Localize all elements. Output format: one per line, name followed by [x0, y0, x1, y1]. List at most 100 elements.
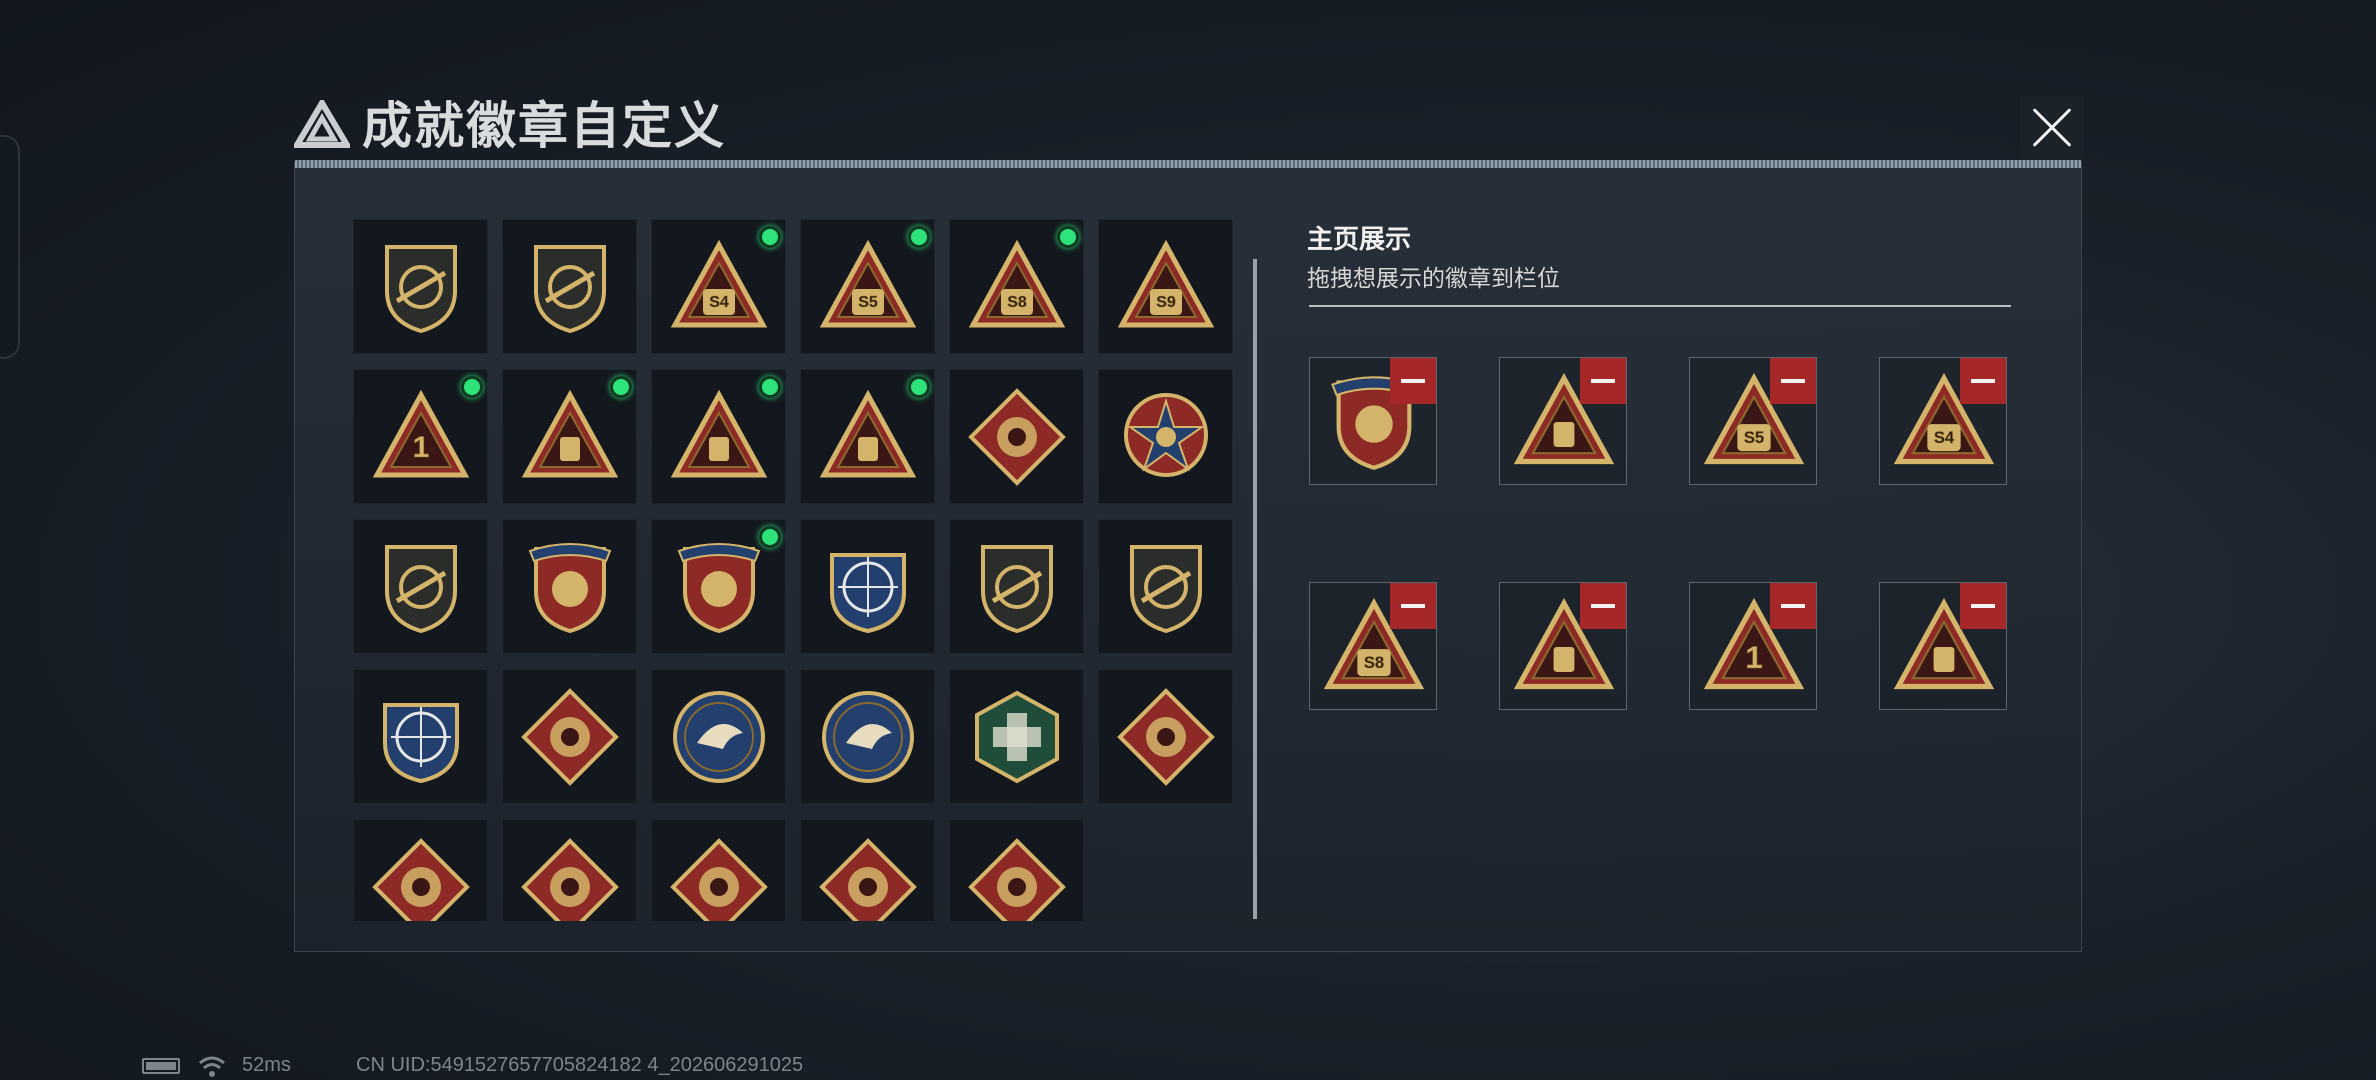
sniper-shield-badge-icon — [1130, 545, 1202, 634]
remove-slot-button[interactable] — [1960, 583, 2006, 629]
number-one-triangle-badge-icon: 1 — [372, 389, 470, 478]
helicopter-shield-badge-icon — [534, 245, 606, 334]
badge-tile[interactable] — [949, 369, 1084, 504]
svg-text:S8: S8 — [1364, 653, 1384, 672]
new-badge-dot-icon — [759, 526, 781, 548]
badge-tile[interactable] — [353, 219, 488, 354]
page-title: 成就徽章自定义 — [362, 98, 726, 154]
badge-tile[interactable] — [800, 669, 935, 804]
s5-backpack-triangle-badge-icon: S5 — [819, 239, 917, 328]
showcase-title: 主页展示 — [1307, 224, 1412, 254]
showcase-slot[interactable] — [1879, 582, 2007, 710]
s8-case-triangle-badge-icon: S8 — [968, 239, 1066, 328]
svg-text:S5: S5 — [858, 294, 878, 311]
battery-icon — [142, 1058, 180, 1074]
showcase-slot[interactable]: S8 — [1309, 582, 1437, 710]
uid-text: CN UID:5491527657705824182 4_20260629102… — [356, 1054, 804, 1076]
badge-tile[interactable] — [949, 819, 1084, 921]
close-button[interactable] — [2020, 96, 2084, 160]
eagle-roundel-blue-badge-icon — [822, 691, 914, 783]
showcase-slot[interactable] — [1499, 582, 1627, 710]
scope-rifle-crest-badge-icon — [383, 703, 459, 784]
badge-tile[interactable] — [353, 669, 488, 804]
panel-top-strip — [295, 160, 2081, 168]
remove-slot-button[interactable] — [1390, 358, 1436, 404]
badge-tile[interactable]: S9 — [1098, 219, 1233, 354]
showcase-slot[interactable] — [1499, 357, 1627, 485]
delta-logo-icon — [294, 100, 350, 148]
dragon-diamond-badge-icon — [1117, 688, 1215, 786]
badge-tile[interactable] — [1098, 669, 1233, 804]
badge-tile[interactable]: 1 — [353, 369, 488, 504]
badge-tile[interactable] — [502, 519, 637, 654]
s4-backpack-triangle-badge-icon: S4 — [670, 239, 768, 328]
runner-diamond-badge-icon — [521, 838, 619, 921]
s9-winged-triangle-badge-icon: S9 — [1117, 239, 1215, 328]
panel-divider — [1253, 259, 1257, 919]
new-badge-dot-icon — [461, 376, 483, 398]
svg-text:S8: S8 — [1007, 294, 1027, 311]
badge-tile[interactable] — [1098, 519, 1233, 654]
badge-tile[interactable] — [353, 519, 488, 654]
svg-text:S9: S9 — [1156, 294, 1176, 311]
badge-tile[interactable]: S5 — [800, 219, 935, 354]
new-badge-dot-icon — [908, 376, 930, 398]
badge-tile[interactable] — [800, 519, 935, 654]
badge-tile[interactable] — [651, 519, 786, 654]
badge-tile[interactable] — [949, 669, 1084, 804]
showcase-slot[interactable] — [1309, 357, 1437, 485]
showcase-slot[interactable]: 1 — [1689, 582, 1817, 710]
badge-tile[interactable] — [502, 219, 637, 354]
side-drawer-tab[interactable] — [0, 135, 20, 359]
new-badge-dot-icon — [759, 226, 781, 248]
svg-text:S4: S4 — [709, 294, 729, 311]
medic-pistol-badge-icon — [975, 690, 1059, 784]
badge-tile[interactable] — [651, 669, 786, 804]
remove-slot-button[interactable] — [1960, 358, 2006, 404]
remove-slot-button[interactable] — [1580, 583, 1626, 629]
badge-tile[interactable] — [502, 369, 637, 504]
horse-head-diamond-badge-icon — [819, 838, 917, 921]
badge-tile[interactable]: S8 — [949, 219, 1084, 354]
ping-text: 52ms — [242, 1054, 291, 1076]
stars-shield-badge-icon — [528, 543, 612, 634]
badge-tile[interactable] — [353, 819, 488, 921]
showcase-slot[interactable]: S5 — [1689, 357, 1817, 485]
badge-tile[interactable] — [502, 669, 637, 804]
badge-tile[interactable] — [651, 369, 786, 504]
dragon-head-diamond-badge-icon — [372, 838, 470, 921]
new-badge-dot-icon — [759, 376, 781, 398]
eagle-roundel-badge-icon — [673, 691, 765, 783]
badge-tile[interactable] — [800, 819, 935, 921]
new-badge-dot-icon — [908, 226, 930, 248]
remove-slot-button[interactable] — [1770, 583, 1816, 629]
new-badge-dot-icon — [610, 376, 632, 398]
wings-shield-badge-icon — [385, 545, 457, 634]
svg-text:S4: S4 — [1934, 428, 1955, 447]
svg-text:1: 1 — [413, 431, 430, 464]
remove-slot-button[interactable] — [1770, 358, 1816, 404]
showcase-slot[interactable]: S4 — [1879, 357, 2007, 485]
box-triangle-badge-icon — [521, 389, 619, 478]
svg-text:1: 1 — [1745, 640, 1762, 675]
remove-slot-button[interactable] — [1390, 583, 1436, 629]
badge-tile[interactable] — [651, 819, 786, 921]
badge-tile[interactable] — [1098, 369, 1233, 504]
tools-diamond-badge-icon — [968, 838, 1066, 921]
badge-tile[interactable] — [502, 819, 637, 921]
badge-tile[interactable]: S4 — [651, 219, 786, 354]
hands-triangle-badge-icon — [670, 389, 768, 478]
svg-text:S5: S5 — [1744, 428, 1764, 447]
rifle-shield-badge-icon — [981, 545, 1053, 634]
badge-grid[interactable]: S4 S5 S8 S9 1 — [353, 219, 1243, 921]
badge-tile[interactable] — [800, 369, 935, 504]
fist-diamond-badge-icon — [968, 388, 1066, 486]
horse-diamond-badge-icon — [670, 838, 768, 921]
badge-tile[interactable] — [949, 519, 1084, 654]
title-bar: 成就徽章自定义 — [290, 92, 2090, 164]
wolf-diamond-badge-icon — [521, 688, 619, 786]
laurel-shield-badge-icon — [677, 543, 761, 634]
remove-slot-button[interactable] — [1580, 358, 1626, 404]
skull-star-badge-icon — [1124, 393, 1208, 477]
new-badge-dot-icon — [1057, 226, 1079, 248]
